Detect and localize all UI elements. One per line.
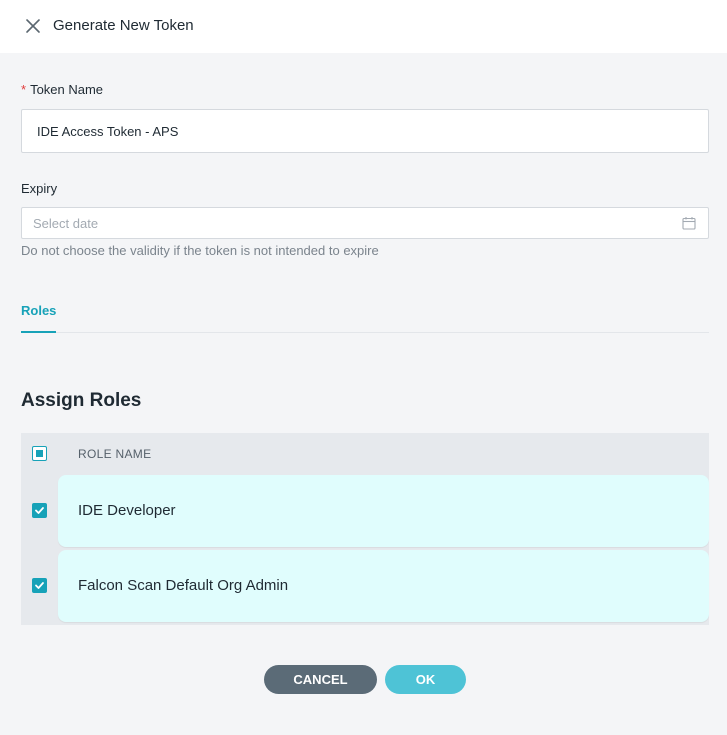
row-checkbox-ide-developer[interactable] <box>32 503 47 518</box>
select-all-checkbox[interactable] <box>32 446 47 461</box>
modal-title: Generate New Token <box>53 17 194 34</box>
close-icon[interactable] <box>22 15 44 37</box>
table-row[interactable]: IDE Developer <box>58 475 709 547</box>
required-mark: * <box>21 82 27 97</box>
role-name-column-header: ROLE NAME <box>78 447 152 461</box>
role-name-cell: Falcon Scan Default Org Admin <box>78 577 289 594</box>
roles-table: ROLE NAME IDE Developer Falcon Scan Defa… <box>21 433 709 625</box>
ok-button[interactable]: OK <box>385 665 466 694</box>
token-name-label-text: Token Name <box>30 82 104 97</box>
expiry-label: Expiry <box>21 181 58 196</box>
table-header: ROLE NAME <box>21 433 709 474</box>
tab-roles[interactable]: Roles <box>21 300 57 333</box>
calendar-icon[interactable] <box>682 216 696 230</box>
row-checkbox-falcon-scan-admin[interactable] <box>32 578 47 593</box>
tab-bar: Roles <box>21 300 709 333</box>
modal-header: Generate New Token <box>0 0 727 53</box>
expiry-hint: Do not choose the validity if the token … <box>21 243 379 258</box>
indeterminate-mark <box>36 450 43 457</box>
expiry-date-input[interactable] <box>22 208 662 238</box>
cancel-button[interactable]: CANCEL <box>264 665 377 694</box>
expiry-date-picker[interactable] <box>21 207 709 239</box>
assign-roles-title: Assign Roles <box>21 390 142 411</box>
token-name-input[interactable] <box>21 109 709 153</box>
table-row[interactable]: Falcon Scan Default Org Admin <box>58 550 709 622</box>
role-name-cell: IDE Developer <box>78 502 176 519</box>
token-name-label: * Token Name <box>21 82 103 97</box>
